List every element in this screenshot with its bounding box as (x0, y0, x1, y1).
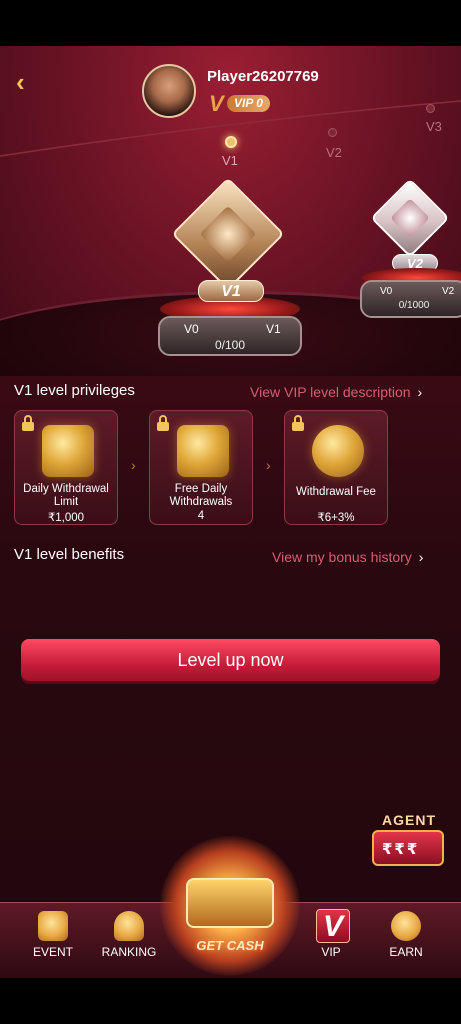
vip-description-link-text: View VIP level description (250, 384, 411, 400)
v1-progress: 0/100 (214, 338, 246, 352)
level-up-button[interactable]: Level up now (21, 639, 440, 681)
agent-reels: ₹₹₹ (382, 841, 420, 858)
v1-range-end: V1 (266, 322, 281, 336)
piggy-bank-icon (312, 425, 364, 477)
nav-item-get-cash[interactable]: GET CASH (150, 826, 310, 978)
level-dot-v2[interactable] (328, 128, 337, 137)
privilege-name: Withdrawal Fee (296, 486, 376, 498)
agent-label: AGENT (382, 812, 436, 828)
lock-icon (291, 415, 307, 431)
gift-icon (38, 911, 68, 941)
lock-icon (156, 415, 172, 431)
level-dot-v1[interactable] (225, 136, 237, 148)
trophy-icon (114, 911, 144, 941)
chevron-right-icon: › (417, 384, 423, 400)
v1-range-start: V0 (184, 322, 199, 336)
bonus-history-link[interactable]: View my bonus history › (272, 549, 423, 565)
privilege-card-withdrawal-limit[interactable]: Daily Withdrawal Limit ₹1,000 (14, 410, 118, 525)
next-level-pedestal[interactable]: V2 V0 V2 0/1000 (360, 176, 461, 326)
level-dot-v3[interactable] (426, 104, 435, 113)
privilege-name: Free Daily Withdrawals (169, 483, 233, 508)
agent-button[interactable]: AGENT ₹₹₹ (368, 812, 454, 872)
nav-item-earn[interactable]: EARN (371, 903, 441, 978)
wallet-icon (177, 425, 229, 477)
treasure-chest-icon (186, 878, 274, 928)
chevron-right-icon: › (266, 457, 271, 473)
privilege-name: Daily Withdrawal Limit (23, 483, 109, 508)
nav-item-event[interactable]: EVENT (18, 903, 88, 978)
chevron-right-icon: › (418, 549, 424, 565)
privilege-value: ₹1,000 (47, 512, 85, 524)
privilege-card-free-withdrawals[interactable]: Free Daily Withdrawals 4 (149, 410, 253, 525)
vip-hero: ‹ Player26207769 V VIP 0 V1 V2 V3 V1 V0 … (0, 46, 461, 376)
privilege-value: 4 (197, 510, 205, 522)
level-label-v1: V1 (222, 153, 238, 168)
nav-label: EVENT (32, 945, 73, 959)
benefits-title: V1 level benefits (14, 546, 125, 563)
v2-progress: 0/1000 (398, 300, 430, 311)
level-label-v3: V3 (426, 119, 442, 134)
chevron-right-icon: › (131, 457, 136, 473)
vip-screen: ‹ Player26207769 V VIP 0 V1 V2 V3 V1 V0 … (0, 46, 461, 978)
v2-range-start: V0 (380, 286, 393, 297)
vip-icon: V (316, 909, 350, 943)
slot-machine-icon: ₹₹₹ (372, 830, 444, 866)
nav-label: GET CASH (196, 938, 264, 953)
vip-description-link[interactable]: View VIP level description › (250, 384, 422, 400)
current-level-pedestal[interactable]: V1 V0 V1 0/100 (150, 176, 310, 356)
rupee-coin-icon (391, 911, 421, 941)
level-label-v2: V2 (326, 145, 342, 160)
bonus-history-link-text: View my bonus history (272, 549, 412, 565)
v1-plate: V1 (198, 280, 264, 302)
privilege-card-withdrawal-fee[interactable]: Withdrawal Fee ₹6+3% (284, 410, 388, 525)
privileges-title: V1 level privileges (14, 382, 135, 399)
v2-range-end: V2 (442, 286, 455, 297)
lock-icon (21, 415, 37, 431)
nav-label: EARN (389, 945, 423, 959)
safe-icon (42, 425, 94, 477)
privilege-value: ₹6+3% (317, 512, 355, 524)
